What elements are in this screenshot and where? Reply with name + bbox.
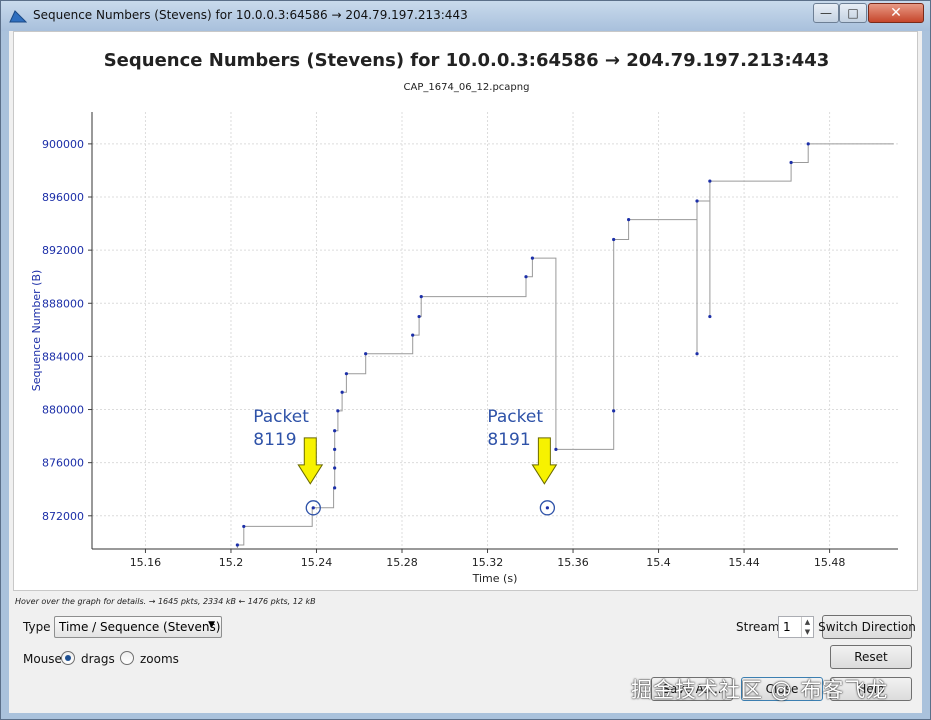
sequence-chart[interactable]: 15.16 15.2 15.24 15.28 15.32 15.36 15.4 15.44 15… bbox=[14, 32, 919, 592]
data-point bbox=[340, 390, 344, 394]
spin-down-icon[interactable]: ▼ bbox=[805, 628, 810, 636]
x-tick-label: 15.28 bbox=[386, 556, 418, 569]
x-tick-label: 15.44 bbox=[728, 556, 760, 569]
x-tick-label: 15.4 bbox=[646, 556, 671, 569]
annotation-packet-number: 8191 bbox=[487, 430, 530, 450]
drags-radio[interactable] bbox=[61, 651, 75, 665]
close-icon: ✕ bbox=[890, 5, 902, 21]
data-point bbox=[417, 314, 421, 319]
mouse-label: Mouse bbox=[23, 652, 62, 666]
data-point bbox=[554, 447, 558, 451]
graph-window: Sequence Numbers (Stevens) for 10.0.0.3:… bbox=[0, 0, 931, 720]
x-tick-label: 15.16 bbox=[130, 556, 162, 569]
data-point bbox=[612, 237, 616, 242]
window-title: Sequence Numbers (Stevens) for 10.0.0.3:… bbox=[33, 8, 468, 22]
drags-label: drags bbox=[81, 652, 115, 666]
status-hint: Hover over the graph for details. → 1645… bbox=[15, 597, 316, 606]
zooms-label: zooms bbox=[140, 652, 179, 666]
title-bar[interactable]: Sequence Numbers (Stevens) for 10.0.0.3:… bbox=[1, 1, 930, 31]
data-point bbox=[333, 447, 337, 451]
y-tick-label: 896000 bbox=[42, 191, 84, 204]
data-point bbox=[789, 160, 793, 165]
y-tick-label: 900000 bbox=[42, 138, 84, 151]
data-point bbox=[333, 429, 337, 433]
data-point bbox=[411, 333, 415, 337]
graph-plot-area[interactable]: Sequence Numbers (Stevens) for 10.0.0.3:… bbox=[13, 31, 918, 591]
annotation-arrow-icon bbox=[531, 437, 558, 485]
annotation-text: Packet bbox=[253, 407, 309, 427]
stream-label: Stream bbox=[736, 620, 780, 634]
shark-fin-icon bbox=[9, 10, 27, 23]
close-window-button[interactable]: ✕ bbox=[868, 3, 924, 23]
annotation-text: Packet bbox=[487, 407, 543, 427]
data-point bbox=[695, 352, 699, 356]
stream-spinbox[interactable]: 1 ▲ ▼ bbox=[778, 616, 814, 638]
spin-up-icon[interactable]: ▲ bbox=[805, 618, 810, 626]
data-point bbox=[627, 217, 631, 222]
data-point bbox=[333, 466, 337, 470]
y-tick-label: 880000 bbox=[42, 404, 84, 417]
minimize-button[interactable]: — bbox=[813, 3, 839, 23]
data-point bbox=[806, 142, 810, 146]
data-point bbox=[333, 486, 337, 490]
maximize-button[interactable]: □ bbox=[839, 3, 867, 23]
data-point bbox=[242, 524, 246, 529]
graph-type-value: Time / Sequence (Stevens) bbox=[59, 620, 221, 634]
minimize-icon: — bbox=[820, 6, 832, 20]
stream-value: 1 bbox=[783, 620, 791, 634]
data-point bbox=[311, 506, 315, 510]
data-point bbox=[364, 352, 368, 356]
y-axis-label: Sequence Number (B) bbox=[30, 270, 43, 392]
data-point bbox=[708, 314, 712, 319]
x-tick-label: 15.2 bbox=[219, 556, 244, 569]
y-tick-label: 888000 bbox=[42, 297, 84, 310]
x-axis-label: Time (s) bbox=[472, 572, 518, 585]
data-point bbox=[524, 275, 528, 279]
data-point bbox=[545, 506, 549, 510]
x-tick-label: 15.36 bbox=[557, 556, 589, 569]
dialog-client: Sequence Numbers (Stevens) for 10.0.0.3:… bbox=[9, 31, 922, 713]
y-tick-label: 872000 bbox=[42, 510, 84, 523]
chevron-down-icon: ▼ bbox=[208, 620, 215, 630]
annotation-packet-number: 8119 bbox=[253, 430, 296, 450]
x-tick-label: 15.24 bbox=[301, 556, 333, 569]
data-point bbox=[612, 409, 616, 413]
data-point bbox=[695, 199, 699, 203]
data-point bbox=[336, 409, 340, 413]
x-tick-label: 15.48 bbox=[814, 556, 846, 569]
graph-type-select[interactable]: Time / Sequence (Stevens) ▼ bbox=[54, 616, 222, 638]
type-label: Type bbox=[23, 620, 51, 634]
y-tick-label: 884000 bbox=[42, 350, 84, 363]
annotation-arrow-icon bbox=[297, 437, 324, 485]
data-point bbox=[530, 256, 535, 260]
data-point bbox=[344, 372, 349, 376]
maximize-icon: □ bbox=[847, 6, 859, 20]
data-point bbox=[419, 295, 423, 299]
data-point bbox=[708, 179, 712, 183]
y-tick-label: 876000 bbox=[42, 457, 84, 470]
y-tick-label: 892000 bbox=[42, 244, 84, 257]
reset-button[interactable]: Reset bbox=[830, 645, 912, 669]
x-tick-label: 15.32 bbox=[472, 556, 504, 569]
switch-direction-button[interactable]: Switch Direction bbox=[818, 615, 916, 639]
zooms-radio[interactable] bbox=[120, 651, 134, 665]
data-point bbox=[235, 543, 239, 547]
watermark-text: 掘金技术社区 @ 布客飞龙 bbox=[631, 678, 889, 702]
